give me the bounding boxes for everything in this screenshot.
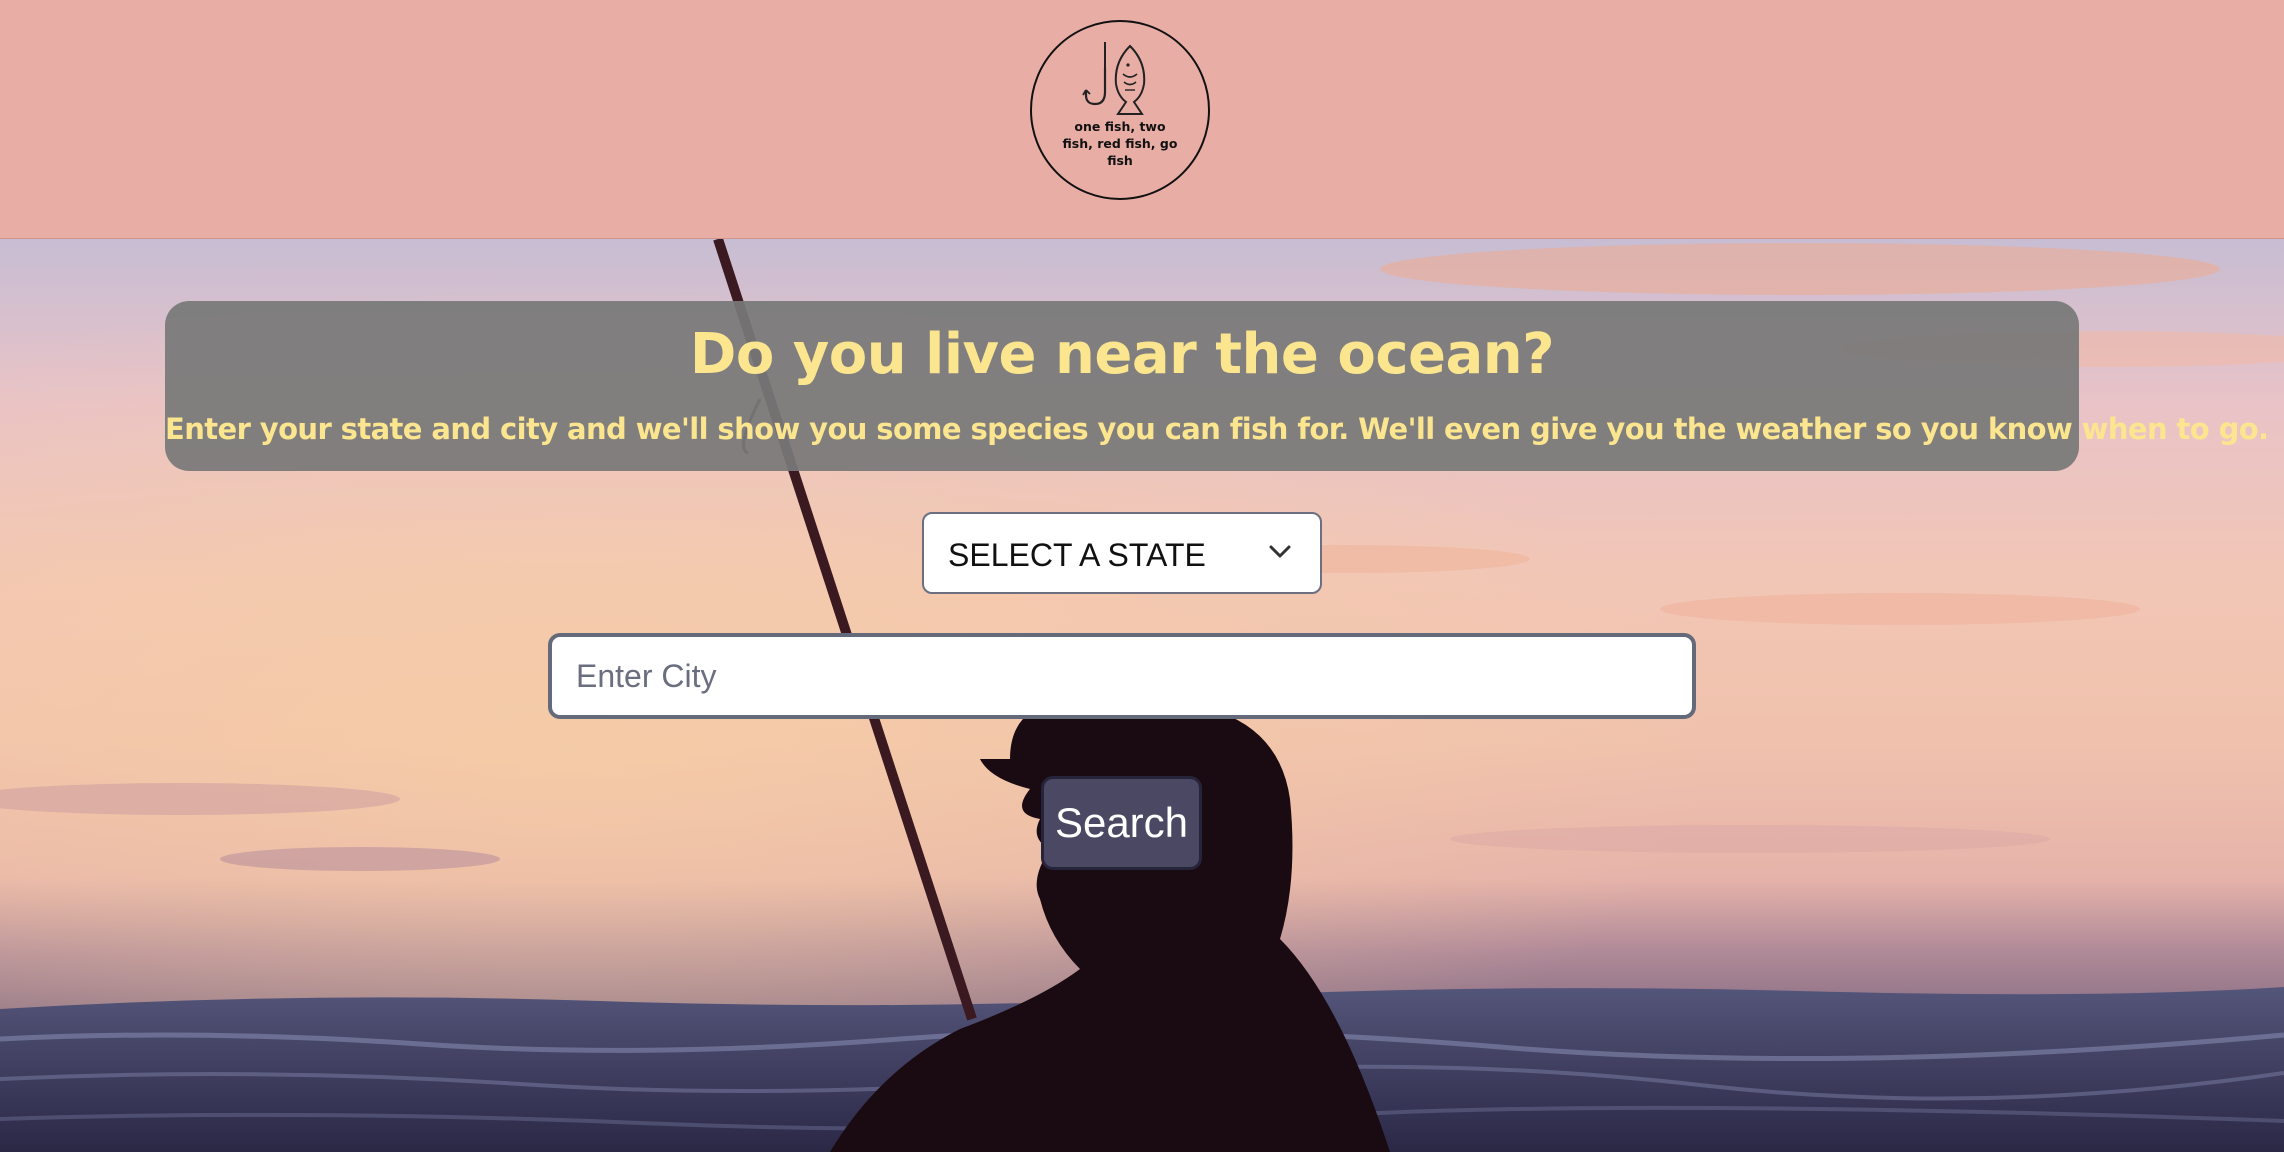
intro-panel: Do you live near the ocean? Enter your s… bbox=[165, 301, 2269, 471]
state-select-value: SELECT A STATE bbox=[948, 537, 1206, 573]
search-button[interactable]: Search bbox=[1041, 776, 1202, 870]
logo-text: one fish, two fish, red fish, go fish bbox=[1062, 119, 1178, 168]
state-select[interactable]: SELECT A STATE bbox=[922, 512, 1322, 594]
chevron-down-icon bbox=[1269, 545, 1291, 558]
fishhook-fish-icon bbox=[1082, 42, 1146, 115]
logo[interactable]: one fish, two fish, red fish, go fish bbox=[1030, 20, 1210, 200]
city-input[interactable] bbox=[548, 633, 1696, 719]
site-header: one fish, two fish, red fish, go fish bbox=[0, 0, 2284, 239]
page-subtitle: Enter your state and city and we'll show… bbox=[165, 412, 2269, 446]
page-title: Do you live near the ocean? bbox=[689, 322, 1555, 387]
hero-section: Do you live near the ocean? Enter your s… bbox=[0, 239, 2284, 1152]
